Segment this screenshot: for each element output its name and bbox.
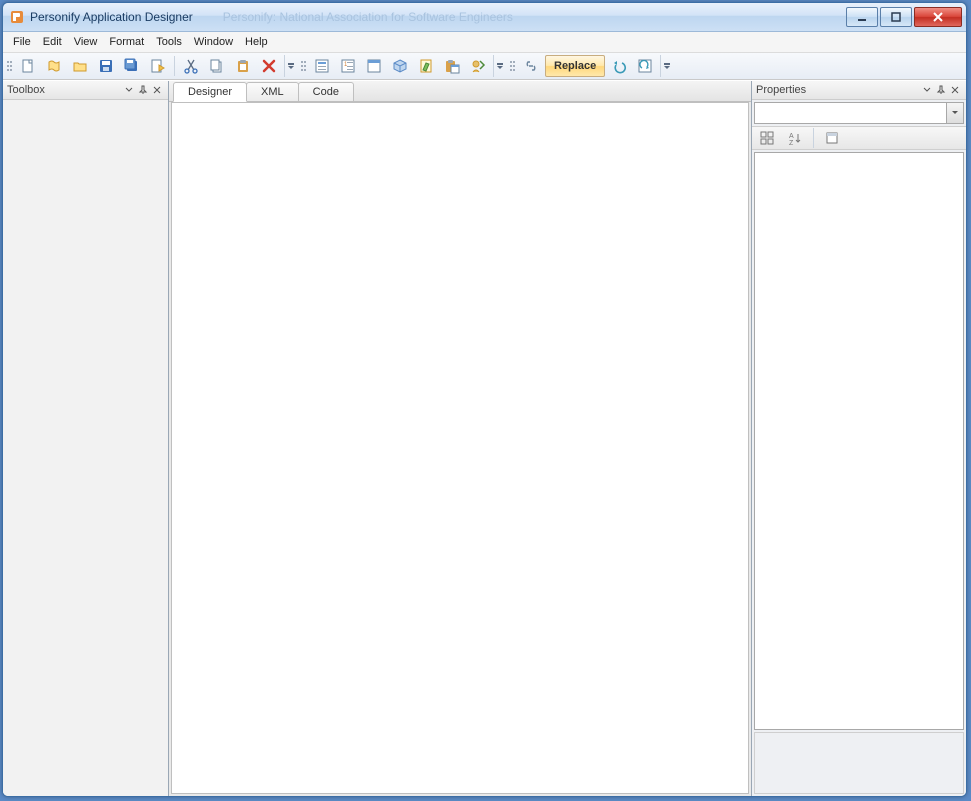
properties-close-icon[interactable] (948, 83, 962, 97)
titlebar[interactable]: Personify Application Designer Personify… (3, 3, 966, 32)
window-subtitle: Personify: National Association for Soft… (193, 10, 846, 24)
designer-canvas[interactable] (171, 102, 749, 794)
replace-button[interactable]: Replace (545, 55, 605, 77)
new-button[interactable] (16, 54, 40, 78)
note-button[interactable] (414, 54, 438, 78)
window-title: Personify Application Designer (30, 10, 193, 24)
maximize-button[interactable] (880, 7, 912, 27)
menu-file[interactable]: File (7, 34, 37, 50)
open-script-button[interactable] (42, 54, 66, 78)
toolbar-grip-3[interactable] (510, 55, 516, 77)
toolbar-grip-2[interactable] (301, 55, 307, 77)
open-folder-button[interactable] (68, 54, 92, 78)
svg-text:1: 1 (344, 62, 348, 68)
minimize-button[interactable] (846, 7, 878, 27)
toolbox-title: Toolbox (7, 84, 122, 96)
tab-xml-label: XML (261, 86, 284, 98)
cut-button[interactable] (179, 54, 203, 78)
properties-description (754, 732, 964, 794)
link-button[interactable] (519, 54, 543, 78)
menu-bar: File Edit View Format Tools Window Help (3, 32, 966, 53)
properties-grid[interactable] (754, 152, 964, 730)
properties-toolbar: AZ (752, 126, 966, 150)
app-icon (9, 9, 25, 25)
menu-edit[interactable]: Edit (37, 34, 68, 50)
copy-button[interactable] (205, 54, 229, 78)
orderedlist-button[interactable]: 1 (336, 54, 360, 78)
toolbar: 1 Replace (3, 53, 966, 80)
assign-button[interactable] (466, 54, 490, 78)
properties-object-combo[interactable] (754, 102, 964, 124)
alphabetical-button[interactable]: AZ (783, 126, 807, 150)
properties-dropdown-icon[interactable] (920, 83, 934, 97)
menu-tools[interactable]: Tools (150, 34, 188, 50)
properties-title: Properties (756, 84, 920, 96)
body: Toolbox Designer XML Code Properties (3, 80, 966, 796)
property-pages-button[interactable] (820, 126, 844, 150)
toolbar-overflow-1[interactable] (284, 55, 297, 77)
save-all-button[interactable] (120, 54, 144, 78)
toolbox-header: Toolbox (3, 81, 168, 100)
toolbar-sep (174, 56, 175, 76)
replace-label: Replace (554, 60, 596, 72)
center-panel: Designer XML Code (169, 81, 751, 796)
toolbar-overflow-2[interactable] (493, 55, 506, 77)
toolbox-panel: Toolbox (3, 81, 169, 796)
tab-code-label: Code (313, 86, 339, 98)
undo-button[interactable] (607, 54, 631, 78)
form-button[interactable] (362, 54, 386, 78)
package-button[interactable] (388, 54, 412, 78)
tab-designer[interactable]: Designer (173, 82, 247, 102)
svg-text:Z: Z (789, 140, 794, 145)
toolbox-close-icon[interactable] (150, 83, 164, 97)
menu-help[interactable]: Help (239, 34, 274, 50)
toolbar-overflow-3[interactable] (660, 55, 673, 77)
delete-button[interactable] (257, 54, 281, 78)
toolbox-dropdown-icon[interactable] (122, 83, 136, 97)
pin-icon[interactable] (136, 83, 150, 97)
paste-button[interactable] (231, 54, 255, 78)
toolbar-grip[interactable] (7, 55, 13, 77)
prop-sep (813, 128, 814, 148)
menu-window[interactable]: Window (188, 34, 239, 50)
save-button[interactable] (94, 54, 118, 78)
close-button[interactable] (914, 7, 962, 27)
properties-header: Properties (752, 81, 966, 100)
toolbox-content (3, 100, 168, 796)
generate-button[interactable] (146, 54, 170, 78)
tab-strip: Designer XML Code (169, 81, 751, 102)
combo-dropdown-icon[interactable] (946, 103, 963, 123)
svg-text:A: A (789, 133, 794, 140)
paste-form-button[interactable] (440, 54, 464, 78)
categorized-button[interactable] (755, 126, 779, 150)
tab-code[interactable]: Code (298, 82, 354, 101)
app-window: Personify Application Designer Personify… (2, 2, 967, 797)
tab-xml[interactable]: XML (246, 82, 299, 101)
menu-format[interactable]: Format (103, 34, 150, 50)
tasklist-button[interactable] (310, 54, 334, 78)
properties-panel: Properties AZ (751, 81, 966, 796)
redo-button[interactable] (633, 54, 657, 78)
tab-designer-label: Designer (188, 86, 232, 98)
menu-view[interactable]: View (68, 34, 104, 50)
properties-pin-icon[interactable] (934, 83, 948, 97)
